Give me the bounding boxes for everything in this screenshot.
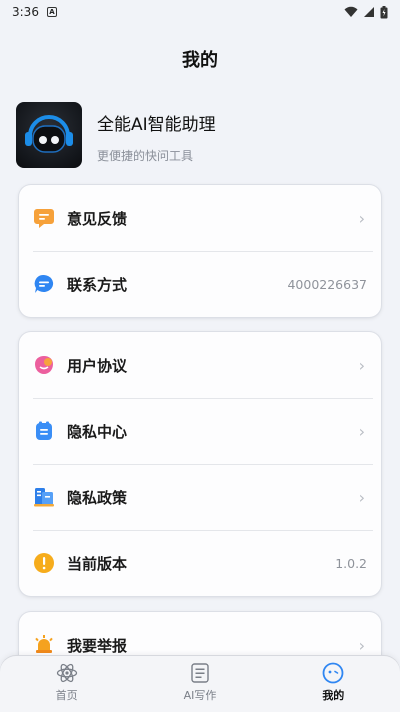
privacy-center-icon [36, 421, 52, 440]
profile-face-icon [322, 662, 344, 684]
version-row[interactable]: 当前版本 1.0.2 [19, 530, 381, 596]
nav-home-label: 首页 [55, 689, 78, 702]
privacy-policy-label: 隐私政策 [67, 488, 128, 507]
app-profile: 全能AI智能助理 更便捷的快问工具 [16, 102, 216, 168]
contact-icon [34, 274, 54, 293]
app-logo-avatar [16, 102, 82, 168]
report-label: 我要举报 [67, 636, 128, 655]
robot-icon [25, 115, 73, 153]
report-icon [35, 635, 53, 653]
privacy-policy-row[interactable]: 隐私政策 › [19, 464, 381, 530]
chevron-right-icon: › [358, 487, 365, 507]
chevron-right-icon: › [358, 355, 365, 375]
notification-icon: A [46, 7, 57, 17]
atom-icon [56, 663, 77, 683]
feedback-label: 意见反馈 [67, 209, 128, 228]
battery-icon [380, 5, 388, 18]
contact-phone: 4000226637 [287, 276, 367, 292]
nav-mine[interactable]: 我的 [273, 656, 393, 703]
user-agreement-label: 用户协议 [67, 356, 128, 375]
nav-ai-writing-label: AI写作 [183, 689, 217, 702]
nav-mine-label: 我的 [322, 689, 345, 702]
nav-ai-writing[interactable]: AI写作 [140, 656, 260, 703]
chevron-right-icon: › [358, 421, 365, 441]
chevron-right-icon: › [358, 208, 365, 228]
agreement-icon [35, 356, 53, 374]
status-time: 3:36 [12, 5, 39, 19]
app-name: 全能AI智能助理 [97, 115, 216, 135]
page-title: 我的 [182, 50, 218, 71]
chevron-right-icon: › [358, 635, 365, 655]
app-subtitle: 更便捷的快问工具 [97, 149, 194, 163]
privacy-policy-icon [34, 488, 54, 507]
contact-label: 联系方式 [67, 275, 128, 294]
status-bar: 3:36 A [0, 0, 400, 24]
privacy-center-row[interactable]: 隐私中心 › [19, 398, 381, 464]
legal-card: 用户协议 › 隐私中心 › 隐私政策 › 当前版本 1.0.2 [19, 332, 381, 596]
user-agreement-row[interactable]: 用户协议 › [19, 332, 381, 398]
writing-icon [191, 663, 209, 683]
contact-row[interactable]: 联系方式 4000226637 [19, 251, 381, 317]
feedback-row[interactable]: 意见反馈 › [19, 185, 381, 251]
privacy-center-label: 隐私中心 [67, 422, 128, 441]
nav-home[interactable]: 首页 [7, 656, 127, 703]
version-number: 1.0.2 [335, 555, 367, 571]
version-icon [34, 553, 54, 573]
bottom-nav: 首页 AI写作 我的 [0, 656, 400, 712]
version-label: 当前版本 [67, 554, 128, 573]
feedback-icon [34, 209, 54, 228]
signal-icon [364, 7, 374, 17]
support-card: 意见反馈 › 联系方式 4000226637 [19, 185, 381, 317]
wifi-icon [344, 6, 358, 17]
